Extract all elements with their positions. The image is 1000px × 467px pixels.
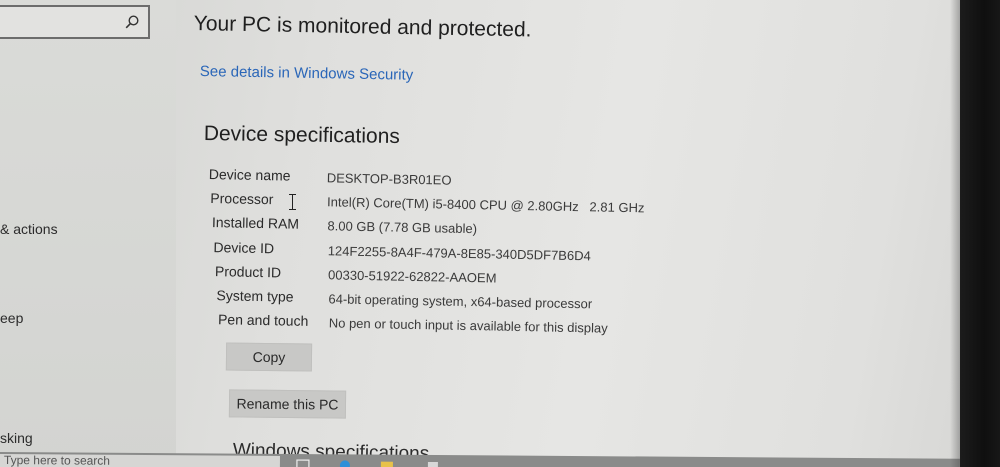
monitor-bezel [960, 0, 1000, 467]
spec-value: 124F2255-8A4F-479A-8E85-340D5DF7B6D4 [327, 242, 591, 263]
device-specifications-heading: Device specifications [203, 122, 401, 149]
spec-label: System type [216, 287, 294, 305]
search-icon[interactable] [124, 14, 140, 30]
store-icon[interactable] [426, 458, 440, 467]
copy-button[interactable]: Copy [225, 342, 313, 372]
text-cursor-icon [289, 194, 296, 210]
settings-search-box[interactable] [0, 5, 150, 39]
settings-window: & actions eep sking Your PC is monitored… [0, 0, 1000, 467]
nav-item-power-sleep[interactable]: eep [0, 310, 23, 326]
nav-item-multitasking[interactable]: sking [0, 430, 33, 446]
nav-item-notifications-actions[interactable]: & actions [0, 221, 58, 237]
nav-item-label: sking [0, 430, 33, 446]
file-explorer-icon[interactable] [380, 458, 394, 467]
taskbar-search-placeholder: Type here to search [3, 453, 111, 467]
spec-value: Intel(R) Core(TM) i5-8400 CPU @ 2.80GHz … [326, 194, 645, 216]
protection-status-title: Your PC is monitored and protected. [193, 12, 532, 42]
spec-label: Processor [210, 190, 274, 208]
spec-label: Device name [208, 166, 291, 184]
settings-nav-pane: & actions eep sking [0, 0, 176, 467]
device-specifications-table: Device name DESKTOP-B3R01EO Processor In… [206, 166, 645, 336]
taskbar-search-box[interactable]: Type here to search [0, 453, 280, 467]
about-content: Your PC is monitored and protected. See … [176, 0, 966, 467]
nav-item-label: eep [0, 310, 24, 326]
task-view-icon[interactable] [296, 457, 310, 467]
spec-value: 64-bit operating system, x64-based proce… [328, 291, 593, 312]
spec-label: Pen and touch [217, 311, 309, 330]
nav-item-label: & actions [0, 221, 58, 237]
spec-label: Product ID [214, 262, 282, 281]
spec-value: 00330-51922-62822-AAOEM [327, 267, 497, 286]
spec-value: No pen or touch input is available for t… [328, 315, 608, 336]
windows-security-link[interactable]: See details in Windows Security [200, 63, 414, 84]
spec-value: 8.00 GB (7.78 GB usable) [327, 218, 478, 237]
rename-pc-button[interactable]: Rename this PC [228, 389, 347, 419]
spec-label: Installed RAM [211, 214, 300, 233]
spec-value: DESKTOP-B3R01EO [326, 170, 452, 188]
edge-browser-icon[interactable] [338, 457, 352, 467]
spec-label: Device ID [213, 238, 275, 256]
